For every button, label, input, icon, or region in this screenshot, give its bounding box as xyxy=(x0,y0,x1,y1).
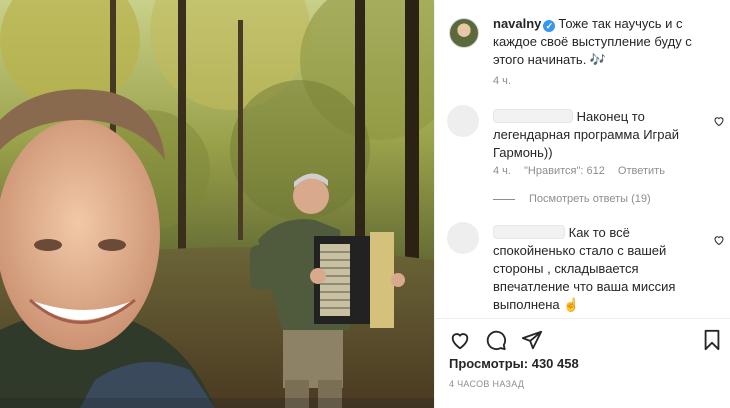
paper-plane-icon[interactable] xyxy=(521,329,543,351)
heart-icon[interactable] xyxy=(713,234,725,246)
author-avatar[interactable] xyxy=(449,18,479,48)
verified-badge-icon: ✓ xyxy=(543,20,556,32)
views-count[interactable]: Просмотры: 430 458 xyxy=(449,356,579,371)
redacted-username[interactable] xyxy=(493,225,565,239)
bookmark-icon[interactable] xyxy=(701,329,723,351)
post-side-panel: navalny ✓ Тоже так научусь и с каждое своё… xyxy=(434,0,730,408)
view-replies-button[interactable]: Посмотреть ответы (19) xyxy=(493,193,651,205)
view-replies-label: Посмотреть ответы (19) xyxy=(529,193,651,205)
views-label: Просмотры: xyxy=(449,356,529,371)
heart-icon[interactable] xyxy=(449,329,471,351)
comment-avatar[interactable] xyxy=(447,105,479,137)
comment-2: Как то всё спокойненько стало с вашей ст… xyxy=(493,224,705,314)
redacted-username[interactable] xyxy=(493,109,573,123)
comment-1: Наконец то легендарная программа Играй Г… xyxy=(493,108,705,162)
comment-1-meta: 4 ч. "Нравится": 612 Ответить xyxy=(493,165,675,177)
comment-avatar[interactable] xyxy=(447,222,479,254)
post-time-ago[interactable]: 4 ЧАСОВ НАЗАД xyxy=(449,379,524,389)
post-actions: Просмотры: 430 458 4 ЧАСОВ НАЗАД xyxy=(435,318,730,408)
comment-1-likes[interactable]: "Нравится": 612 xyxy=(524,165,605,177)
comment-1-time[interactable]: 4 ч. xyxy=(493,165,511,177)
post-photo[interactable] xyxy=(0,0,434,408)
comment-icon[interactable] xyxy=(485,329,507,351)
post-caption: navalny ✓ Тоже так научусь и с каждое своё… xyxy=(493,15,715,69)
views-number: 430 458 xyxy=(531,356,579,371)
photo-illustration xyxy=(0,0,434,408)
heart-icon[interactable] xyxy=(713,115,725,127)
author-username[interactable]: navalny xyxy=(493,16,541,31)
caption-timestamp[interactable]: 4 ч. xyxy=(493,75,511,87)
reply-button[interactable]: Ответить xyxy=(618,165,665,177)
replies-line xyxy=(493,198,515,200)
